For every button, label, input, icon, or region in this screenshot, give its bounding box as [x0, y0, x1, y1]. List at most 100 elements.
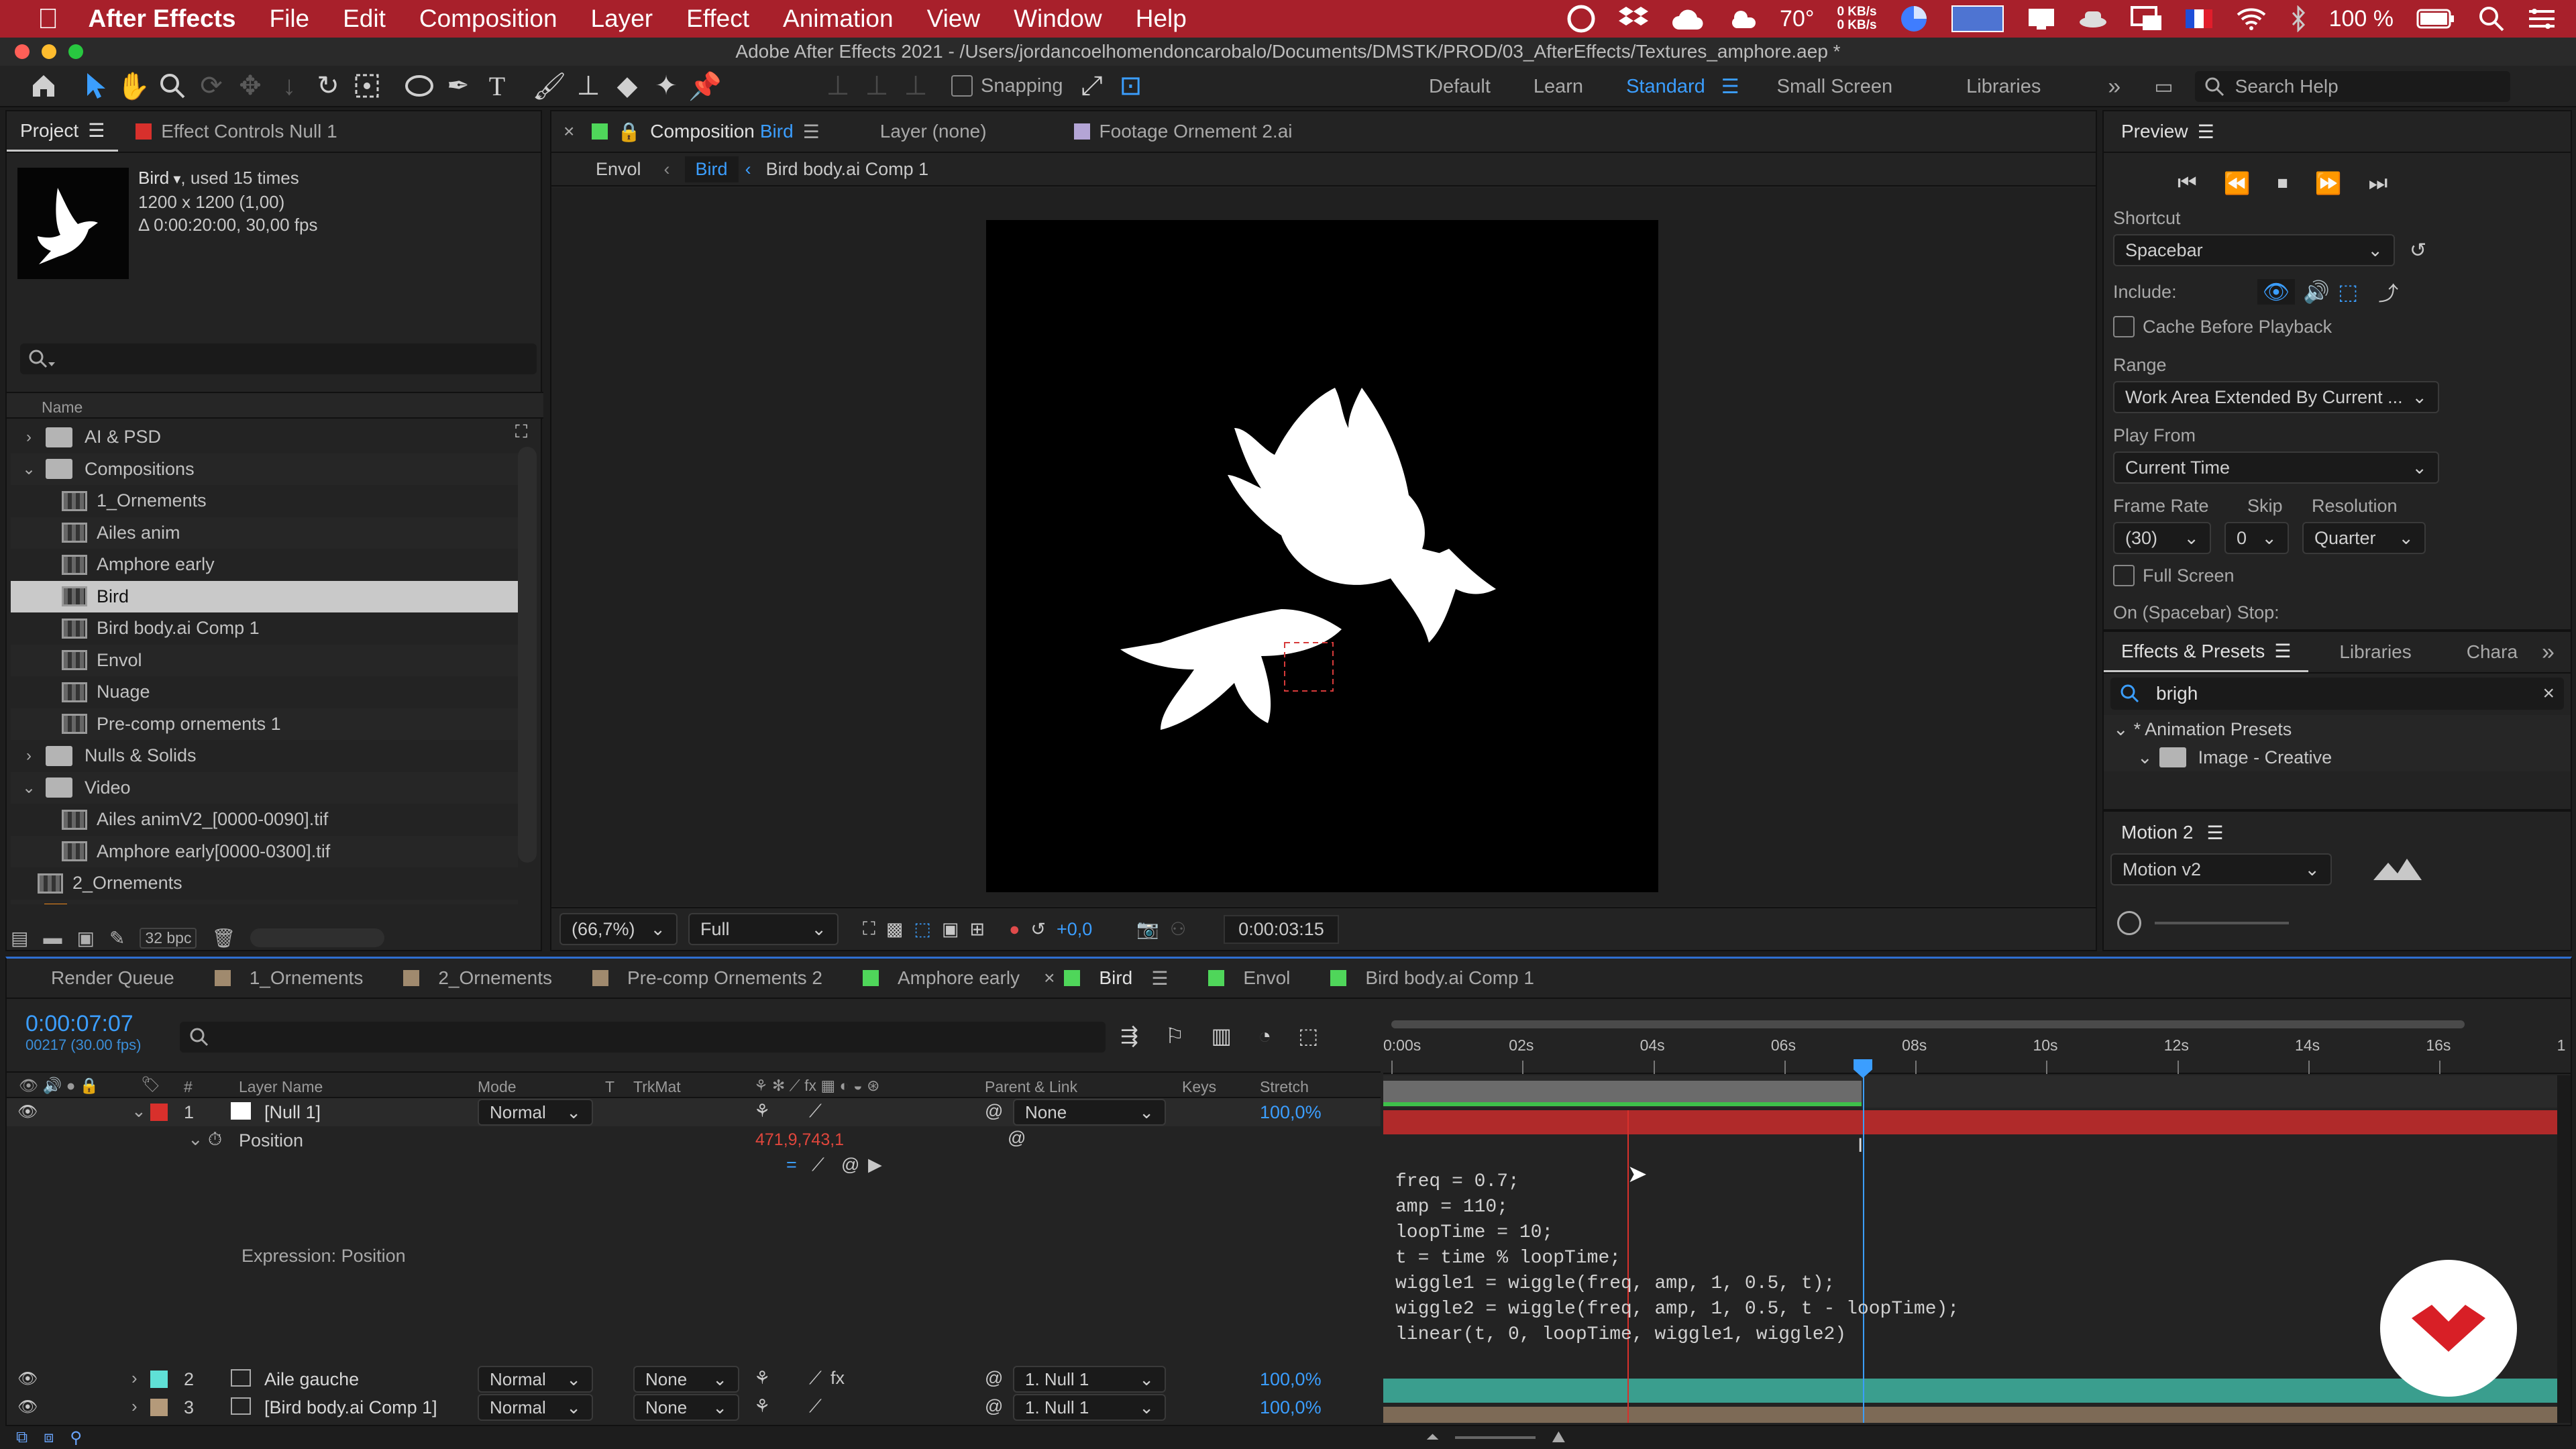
stretch-value[interactable]: 100,0% [1260, 1102, 1322, 1123]
workspace-small-screen[interactable]: Small Screen [1777, 76, 1892, 98]
graph-icon[interactable]: ⟋ [812, 1155, 824, 1176]
next-frame-icon[interactable]: ⏩ [2315, 170, 2342, 196]
frame-rate-dropdown[interactable]: (30) ⌄ [2113, 522, 2211, 554]
project-search-input[interactable] [20, 343, 537, 374]
dolly-tool-icon[interactable]: ↓ [270, 66, 309, 105]
wifi-icon[interactable] [2235, 7, 2267, 31]
project-item[interactable]: Bird [11, 580, 518, 612]
eye-icon[interactable]: 👁 [17, 1369, 38, 1389]
stopwatch-icon[interactable]: ⏱ [208, 1129, 222, 1150]
layer-row[interactable]: 👁 › 2 Aile gauche Normal ⌄ None ⌄ ⚘ ⟋ fx @1. Null 1… [7, 1365, 1381, 1393]
shy-switch-icon[interactable]: ⚘ [754, 1101, 770, 1122]
eye-icon[interactable]: 👁 [17, 1397, 38, 1417]
tab-project[interactable]: Project ☰ [7, 111, 119, 152]
parent-dropdown[interactable]: None ⌄ [1013, 1099, 1166, 1126]
column-t[interactable]: T [605, 1078, 614, 1096]
column-number[interactable]: # [184, 1078, 193, 1096]
workspace-libraries[interactable]: Libraries [1966, 76, 2041, 98]
timeline-tab[interactable]: × Bird ☰ [1044, 967, 1168, 989]
chevron-down-icon[interactable]: ⌄ [131, 1101, 146, 1122]
flag-fr-icon[interactable] [2185, 9, 2212, 28]
panel-menu-icon[interactable]: ☰ [88, 119, 105, 142]
zoom-in-icon[interactable]: ⛰ [1552, 1428, 1565, 1447]
lock-icon[interactable]: 🔒 [617, 121, 641, 143]
clear-search-icon[interactable]: × [2542, 682, 2555, 705]
bpc-button[interactable]: 32 bpc [140, 927, 197, 949]
column-name[interactable]: Name [42, 398, 83, 417]
parent-dropdown[interactable]: 1. Null 1 ⌄ [1013, 1366, 1166, 1393]
show-snapshot-icon[interactable]: ⚇ [1170, 919, 1186, 940]
zoom-tool-icon[interactable] [153, 66, 192, 105]
project-settings-icon[interactable]: ✎ [109, 927, 125, 949]
menu-view[interactable]: View [927, 5, 981, 33]
blend-mode-dropdown[interactable]: Normal ⌄ [478, 1394, 593, 1421]
crumb-bird-body[interactable]: Bird body.ai Comp 1 [766, 159, 929, 180]
ellipse-tool-icon[interactable] [400, 66, 439, 105]
quality-switch-icon[interactable]: ⟋ [809, 1396, 822, 1417]
search-icon[interactable] [2478, 5, 2505, 32]
fast-previews-icon[interactable]: ⛶ [863, 918, 875, 940]
cache-before-playback-checkbox[interactable] [2113, 316, 2135, 337]
tab-character[interactable]: Chara [2449, 641, 2535, 663]
menu-window[interactable]: Window [1014, 5, 1102, 33]
tab-footage[interactable]: Footage Ornement 2.ai [1057, 121, 1310, 142]
project-scrollbar[interactable] [518, 447, 537, 863]
monitor-icon[interactable] [1951, 5, 2004, 33]
frame-blending-icon[interactable]: ▥ [1212, 1023, 1232, 1049]
tab-preview[interactable]: Preview ☰ [2104, 121, 2232, 143]
layer-bar-null-1[interactable] [1383, 1110, 2571, 1134]
column-mode[interactable]: Mode [478, 1078, 517, 1096]
menu-composition[interactable]: Composition [419, 5, 557, 33]
exposure-value[interactable]: +0,0 [1057, 919, 1092, 940]
bluetooth-icon[interactable] [2290, 5, 2306, 32]
current-time-display[interactable]: 0:00:07:07 [25, 1011, 133, 1037]
project-item[interactable]: › AI & PSD [11, 421, 518, 453]
tree-image-creative[interactable]: ⌄ Image - Creative [2104, 743, 2571, 771]
full-screen-checkbox[interactable] [2113, 565, 2135, 586]
stretch-value[interactable]: 100,0% [1260, 1369, 1322, 1390]
project-item[interactable]: Envol [11, 644, 518, 676]
mask-visibility-icon[interactable]: ▣ [942, 919, 959, 940]
roto-brush-tool-icon[interactable]: ✦ [647, 66, 686, 105]
menu-help[interactable]: Help [1136, 5, 1187, 33]
menu-animation[interactable]: Animation [783, 5, 894, 33]
brush-tool-icon[interactable]: 🖌 [530, 66, 569, 105]
skip-dropdown[interactable]: 0 ⌄ [2224, 522, 2289, 554]
zoom-window-button[interactable] [68, 44, 83, 59]
new-composition-icon[interactable]: ▣ [76, 927, 94, 949]
flowchart-icon[interactable]: ⛶ [515, 421, 527, 443]
guides-icon[interactable]: ⊞ [969, 919, 985, 940]
selection-tool-icon[interactable] [75, 66, 114, 105]
timeline-search-input[interactable] [180, 1022, 1106, 1053]
chevron-right-icon[interactable]: › [131, 1396, 138, 1417]
draft-3d-icon[interactable]: ⚐ [1165, 1023, 1185, 1049]
resolution-dropdown[interactable]: Full ⌄ [688, 913, 839, 945]
include-audio-icon[interactable]: 🔊 [2303, 279, 2330, 305]
expression-pickwhip-icon[interactable]: @ [841, 1155, 859, 1175]
stop-icon[interactable]: ⏹ [2277, 170, 2288, 196]
home-icon[interactable] [24, 66, 63, 105]
mountains-icon[interactable] [2372, 856, 2432, 883]
column-keys[interactable]: Keys [1182, 1078, 1216, 1096]
comp-flowchart-icon[interactable]: ⇶ [1120, 1023, 1138, 1049]
chevron-right-icon[interactable]: › [19, 428, 39, 447]
creative-cloud-icon[interactable] [1566, 4, 1596, 34]
project-item[interactable]: Ailes animV2_[0000-0090].tif [11, 804, 518, 836]
clone-stamp-tool-icon[interactable]: ⊥ [569, 66, 608, 105]
pen-tool-icon[interactable]: ✒ [439, 66, 478, 105]
project-item[interactable]: ⌄ Compositions [11, 453, 518, 485]
project-item[interactable]: 1_Ornements [11, 485, 518, 517]
expression-editor[interactable]: freq = 0.7; amp = 110; loopTime = 10; t = t… [1395, 1169, 1959, 1348]
layer-name[interactable]: [Null 1] [264, 1102, 321, 1123]
graph-editor-icon[interactable]: ⬚ [1298, 1023, 1318, 1049]
screen-icon[interactable] [2027, 7, 2055, 30]
layer-label-color[interactable] [150, 1104, 168, 1121]
menu-file[interactable]: File [270, 5, 310, 33]
play-from-dropdown[interactable]: Current Time ⌄ [2113, 451, 2439, 484]
include-video-icon[interactable]: 👁 [2257, 279, 2296, 305]
orbit-tool-icon[interactable]: ⟳ [192, 66, 231, 105]
reset-exposure-icon[interactable]: ↺ [1030, 919, 1046, 940]
hand-tool-icon[interactable]: ✋ [114, 66, 153, 105]
panel-menu-icon[interactable]: ☰ [2206, 822, 2223, 844]
project-item[interactable]: AiOrnement 2.ai [11, 899, 518, 904]
